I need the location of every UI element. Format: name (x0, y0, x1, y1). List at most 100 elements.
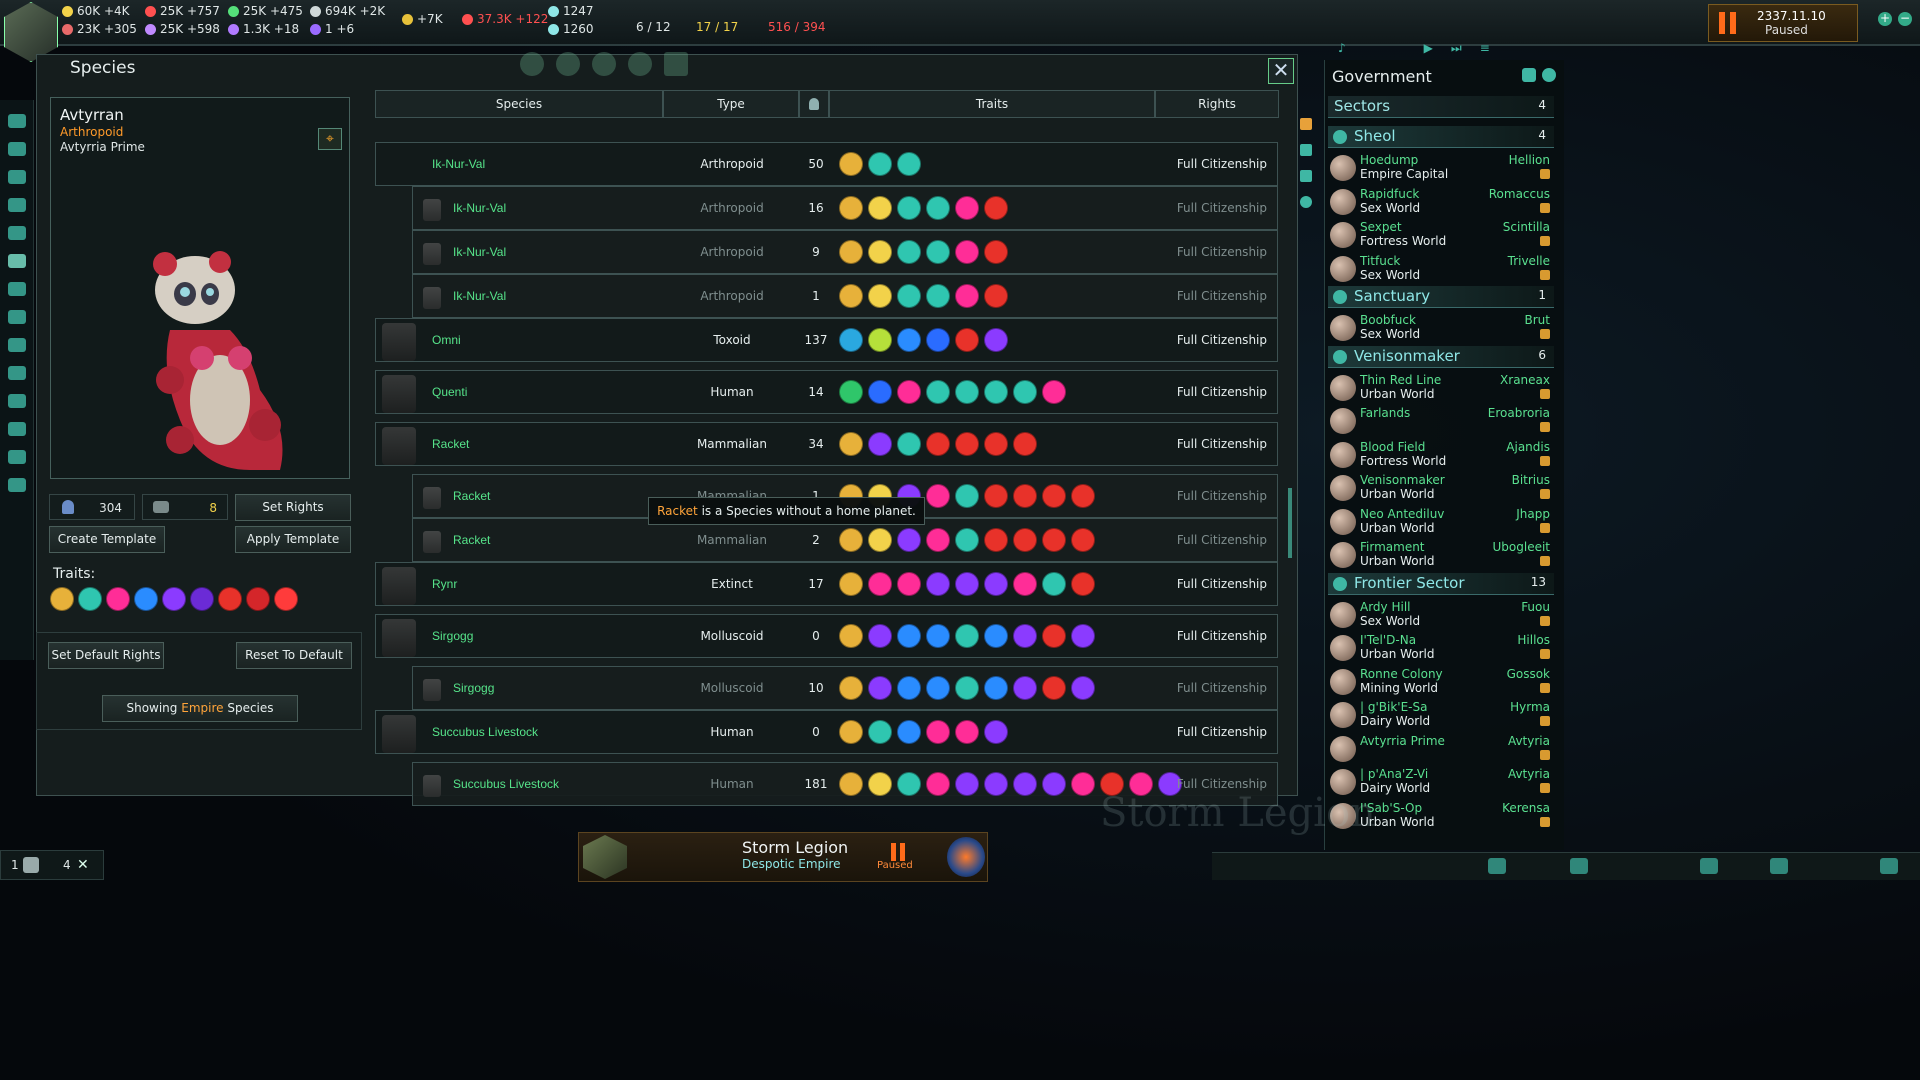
trait-icon[interactable] (190, 587, 214, 611)
species-subrow[interactable]: Ik-Nur-Val Arthropoid 9 Full Citizenship (412, 230, 1278, 274)
resource-food[interactable]: 25K +475 (228, 4, 303, 18)
pops-alert-icon[interactable] (23, 857, 39, 873)
trait-icon[interactable] (106, 587, 130, 611)
trait-icon[interactable] (868, 380, 892, 404)
trait-icon[interactable] (926, 572, 950, 596)
species-row[interactable]: Ik-Nur-Val Arthropoid 50 Full Citizenship (375, 142, 1278, 186)
trait-icon[interactable] (897, 624, 921, 648)
trait-icon[interactable] (1013, 484, 1037, 508)
trait-icon[interactable] (1071, 484, 1095, 508)
trait-icon[interactable] (134, 587, 158, 611)
edit-portrait-button[interactable]: ⌖ (318, 128, 342, 150)
trait-icon[interactable] (839, 152, 863, 176)
trait-icon[interactable] (897, 196, 921, 220)
trait-icon[interactable] (955, 380, 979, 404)
trait-icon[interactable] (839, 528, 863, 552)
trait-icon[interactable] (1071, 772, 1095, 796)
species-rights-cell[interactable]: Full Citizenship (1177, 245, 1267, 259)
header-type[interactable]: Type (663, 90, 799, 118)
trait-icon[interactable] (839, 240, 863, 264)
close-button[interactable]: ✕ (1268, 58, 1294, 84)
sectors-header[interactable]: Sectors 4 (1328, 96, 1554, 118)
next-track-icon[interactable]: ⏭ (1451, 41, 1462, 56)
chat-icon[interactable] (1770, 858, 1788, 874)
trait-icon[interactable] (1013, 624, 1037, 648)
trait-icon[interactable] (839, 328, 863, 352)
outliner-globe-icon[interactable] (1300, 196, 1312, 208)
trait-icon[interactable] (868, 328, 892, 352)
trait-icon[interactable] (897, 772, 921, 796)
planet-item[interactable]: Farlands Eroabroria (1328, 405, 1554, 439)
species-name-cell[interactable]: Racket (432, 437, 469, 451)
trait-icon[interactable] (984, 484, 1008, 508)
species-name-cell[interactable]: Ik-Nur-Val (432, 157, 485, 171)
species-name-cell[interactable]: Omni (432, 333, 461, 347)
trait-icon[interactable] (868, 432, 892, 456)
trait-icon[interactable] (926, 432, 950, 456)
sector-header[interactable]: Sanctuary 1 (1328, 286, 1554, 308)
trait-icon[interactable] (50, 587, 74, 611)
trait-icon[interactable] (897, 240, 921, 264)
trait-icon[interactable] (897, 380, 921, 404)
trait-icon[interactable] (926, 380, 950, 404)
resource-naval-cap[interactable]: 516 / 394 (768, 20, 825, 34)
market-icon[interactable] (7, 450, 26, 464)
trait-icon[interactable] (897, 328, 921, 352)
species-rights-cell[interactable]: Full Citizenship (1177, 777, 1267, 791)
species-subrow[interactable]: Ik-Nur-Val Arthropoid 1 Full Citizenship (412, 274, 1278, 318)
trait-icon[interactable] (926, 676, 950, 700)
species-rights-cell[interactable]: Full Citizenship (1177, 489, 1267, 503)
trait-icon[interactable] (1071, 676, 1095, 700)
create-template-button[interactable]: Create Template (49, 526, 165, 553)
trait-icon[interactable] (955, 772, 979, 796)
trait-icon[interactable] (218, 587, 242, 611)
trait-icon[interactable] (839, 572, 863, 596)
trait-icon[interactable] (955, 196, 979, 220)
set-rights-button[interactable]: Set Rights (235, 494, 351, 521)
species-rights-cell[interactable]: Full Citizenship (1177, 333, 1267, 347)
menu-icon[interactable] (1880, 858, 1898, 874)
resource-starbases[interactable]: 6 / 12 (636, 20, 671, 34)
tab-emblem-icon[interactable] (592, 52, 616, 76)
species-rights-cell[interactable]: Full Citizenship (1177, 577, 1267, 591)
trait-icon[interactable] (955, 484, 979, 508)
sector-header[interactable]: Sheol 4 (1328, 126, 1554, 148)
trait-icon[interactable] (839, 432, 863, 456)
trait-icon[interactable] (1013, 380, 1037, 404)
header-pop[interactable] (799, 90, 829, 118)
traditions-icon[interactable] (7, 226, 26, 240)
gov-settings-icon[interactable] (1522, 68, 1536, 82)
species-name-cell[interactable]: Ik-Nur-Val (453, 245, 506, 259)
trait-icon[interactable] (897, 284, 921, 308)
speed-down-icon[interactable]: − (1898, 12, 1912, 26)
planet-item[interactable]: Firmament Urban World Ubogleeit (1328, 539, 1554, 573)
trait-icon[interactable] (897, 432, 921, 456)
trait-icon[interactable] (984, 720, 1008, 744)
resource-unity[interactable]: 1.3K +18 (228, 22, 299, 36)
trait-icon[interactable] (1042, 772, 1066, 796)
planet-item[interactable]: Blood Field Fortress World Ajandis (1328, 439, 1554, 473)
species-subrow[interactable]: Ik-Nur-Val Arthropoid 16 Full Citizenship (412, 186, 1278, 230)
trait-icon[interactable] (1042, 572, 1066, 596)
trait-icon[interactable] (1013, 528, 1037, 552)
trait-icon[interactable] (926, 240, 950, 264)
planet-item[interactable]: Sexpet Fortress World Scintilla (1328, 219, 1554, 253)
trait-icon[interactable] (839, 624, 863, 648)
table-scrollbar[interactable] (1288, 488, 1292, 558)
trait-icon[interactable] (868, 240, 892, 264)
trait-icon[interactable] (1042, 676, 1066, 700)
resource-consumer-goods[interactable]: 23K +305 (62, 22, 137, 36)
species-row[interactable]: Rynr Extinct 17 Full Citizenship (375, 562, 1278, 606)
trait-icon[interactable] (868, 772, 892, 796)
sector-header[interactable]: Venisonmaker 6 (1328, 345, 1554, 368)
playlist-icon[interactable]: ≡ (1480, 41, 1490, 55)
trait-icon[interactable] (955, 676, 979, 700)
trait-icon[interactable] (868, 720, 892, 744)
species-name-cell[interactable]: Racket (453, 489, 490, 503)
trait-icon[interactable] (839, 380, 863, 404)
speed-up-icon[interactable]: + (1878, 12, 1892, 26)
trait-icon[interactable] (868, 572, 892, 596)
species-rights-cell[interactable]: Full Citizenship (1177, 289, 1267, 303)
trait-icon[interactable] (839, 676, 863, 700)
planet-item[interactable]: Ardy Hill Sex World Fuou (1328, 599, 1554, 633)
